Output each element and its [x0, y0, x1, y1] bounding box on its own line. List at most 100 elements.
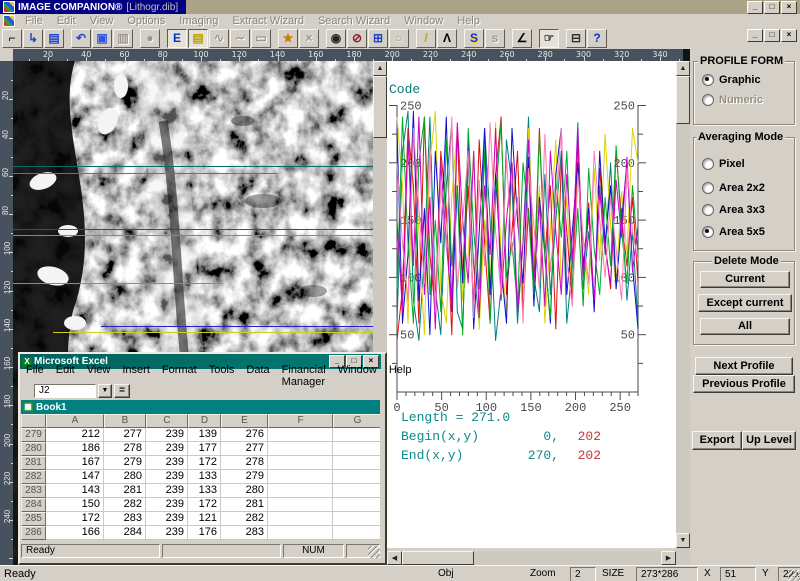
- column-header-D[interactable]: D: [188, 414, 221, 428]
- copy-icon[interactable]: ▣: [92, 29, 112, 48]
- scroll-thumb[interactable]: [402, 551, 474, 565]
- select-region-icon[interactable]: ⌐: [2, 29, 22, 48]
- cell[interactable]: [333, 428, 380, 442]
- cell[interactable]: [268, 470, 333, 484]
- next-profile-button[interactable]: Next Profile: [695, 357, 793, 375]
- scroll-up-arrow[interactable]: ▲: [373, 61, 387, 76]
- scroll-left-arrow[interactable]: ◀: [387, 551, 402, 565]
- cell[interactable]: 239: [146, 428, 188, 442]
- cell[interactable]: 279: [104, 456, 146, 470]
- menu-item-window[interactable]: Window: [397, 15, 450, 27]
- hand-tool-icon[interactable]: ☞: [539, 29, 559, 48]
- cell[interactable]: 279: [221, 470, 268, 484]
- equals-button[interactable]: =: [114, 384, 130, 398]
- cell[interactable]: 278: [104, 442, 146, 456]
- radio-graphic[interactable]: Graphic: [702, 74, 761, 86]
- cell[interactable]: 176: [188, 526, 221, 540]
- cell[interactable]: 283: [221, 526, 268, 540]
- cell[interactable]: 282: [104, 498, 146, 512]
- cell[interactable]: 239: [146, 526, 188, 540]
- up-level-button[interactable]: Up Level: [742, 431, 796, 450]
- chart-horizontal-scrollbar[interactable]: ◀ ▶: [387, 551, 676, 565]
- cell[interactable]: [333, 526, 380, 540]
- cell[interactable]: [268, 456, 333, 470]
- cell[interactable]: 172: [188, 456, 221, 470]
- profile-line[interactable]: [53, 332, 373, 333]
- cell[interactable]: [268, 512, 333, 526]
- row-header-281[interactable]: 281: [21, 456, 46, 470]
- row-header-279[interactable]: 279: [21, 428, 46, 442]
- cell[interactable]: 281: [104, 484, 146, 498]
- profile-line[interactable]: [101, 326, 373, 327]
- minimize-button[interactable]: _: [747, 1, 763, 14]
- cell[interactable]: 281: [221, 498, 268, 512]
- profile-line[interactable]: [13, 166, 373, 167]
- print-icon[interactable]: ⊟: [566, 29, 586, 48]
- menu-item-extract-wizard[interactable]: Extract Wizard: [225, 15, 311, 27]
- profile-line[interactable]: [13, 229, 373, 230]
- cell[interactable]: [268, 484, 333, 498]
- profile-line[interactable]: [13, 283, 223, 284]
- column-header-F[interactable]: F: [268, 414, 333, 428]
- menu-item-edit[interactable]: Edit: [50, 15, 83, 27]
- pencil-tool-icon[interactable]: /: [416, 29, 436, 48]
- cell[interactable]: 277: [221, 442, 268, 456]
- cell[interactable]: [333, 442, 380, 456]
- cell[interactable]: 278: [221, 456, 268, 470]
- cell[interactable]: 282: [221, 512, 268, 526]
- delete-all-button[interactable]: All: [700, 318, 790, 335]
- cell[interactable]: 150: [46, 498, 104, 512]
- menu-item-view[interactable]: View: [83, 15, 121, 27]
- cell[interactable]: 276: [221, 428, 268, 442]
- spreadsheet-grid[interactable]: ABCDEFG279212277239139276280186278239177…: [21, 414, 380, 540]
- cell[interactable]: [333, 456, 380, 470]
- cell[interactable]: 239: [146, 484, 188, 498]
- close-button[interactable]: ×: [781, 1, 797, 14]
- cell[interactable]: 239: [146, 442, 188, 456]
- excel-window[interactable]: X Microsoft Excel _ □ × FileEditViewInse…: [18, 352, 387, 565]
- cell[interactable]: [333, 484, 380, 498]
- cell[interactable]: 133: [188, 470, 221, 484]
- cell[interactable]: 280: [104, 470, 146, 484]
- cell[interactable]: 186: [46, 442, 104, 456]
- column-header-C[interactable]: C: [146, 414, 188, 428]
- cell[interactable]: 277: [104, 428, 146, 442]
- radio-pixel[interactable]: Pixel: [702, 158, 745, 170]
- view-eye-icon[interactable]: ◉: [326, 29, 346, 48]
- scroll-thumb[interactable]: [373, 76, 387, 138]
- cell[interactable]: 166: [46, 526, 104, 540]
- highlight-tool-icon[interactable]: ★: [278, 29, 298, 48]
- menu-item-help[interactable]: Help: [383, 364, 418, 388]
- radio-numeric[interactable]: Numeric: [702, 94, 763, 106]
- cell[interactable]: 143: [46, 484, 104, 498]
- column-header-E[interactable]: E: [221, 414, 268, 428]
- profile-line[interactable]: [13, 235, 373, 236]
- cell[interactable]: 139: [188, 428, 221, 442]
- cell[interactable]: [268, 498, 333, 512]
- profile-window-icon[interactable]: ▤: [188, 29, 208, 48]
- cell[interactable]: 283: [104, 512, 146, 526]
- menu-item-search-wizard[interactable]: Search Wizard: [311, 15, 397, 27]
- row-header-284[interactable]: 284: [21, 498, 46, 512]
- cell[interactable]: [333, 498, 380, 512]
- lambda-tool-icon[interactable]: Λ: [437, 29, 457, 48]
- cell[interactable]: 239: [146, 456, 188, 470]
- save-file-icon[interactable]: ▤: [44, 29, 64, 48]
- data-grid-icon[interactable]: ⊞: [368, 29, 388, 48]
- open-file-icon[interactable]: ↳: [23, 29, 43, 48]
- radio-area-2x2[interactable]: Area 2x2: [702, 182, 765, 194]
- row-header-280[interactable]: 280: [21, 442, 46, 456]
- profile-line[interactable]: [13, 173, 278, 174]
- cell-name-box[interactable]: J2: [34, 384, 96, 398]
- menu-item-imaging[interactable]: Imaging: [172, 15, 225, 27]
- scroll-thumb[interactable]: [676, 76, 690, 124]
- excel-resize-grip[interactable]: [368, 546, 380, 558]
- cell[interactable]: 147: [46, 470, 104, 484]
- cell[interactable]: 239: [146, 498, 188, 512]
- scroll-down-arrow[interactable]: ▼: [676, 533, 690, 548]
- row-header-282[interactable]: 282: [21, 470, 46, 484]
- cell[interactable]: 239: [146, 470, 188, 484]
- previous-profile-button[interactable]: Previous Profile: [693, 375, 795, 393]
- scroll-right-arrow[interactable]: ▶: [661, 551, 676, 565]
- select-all-corner[interactable]: [21, 414, 46, 428]
